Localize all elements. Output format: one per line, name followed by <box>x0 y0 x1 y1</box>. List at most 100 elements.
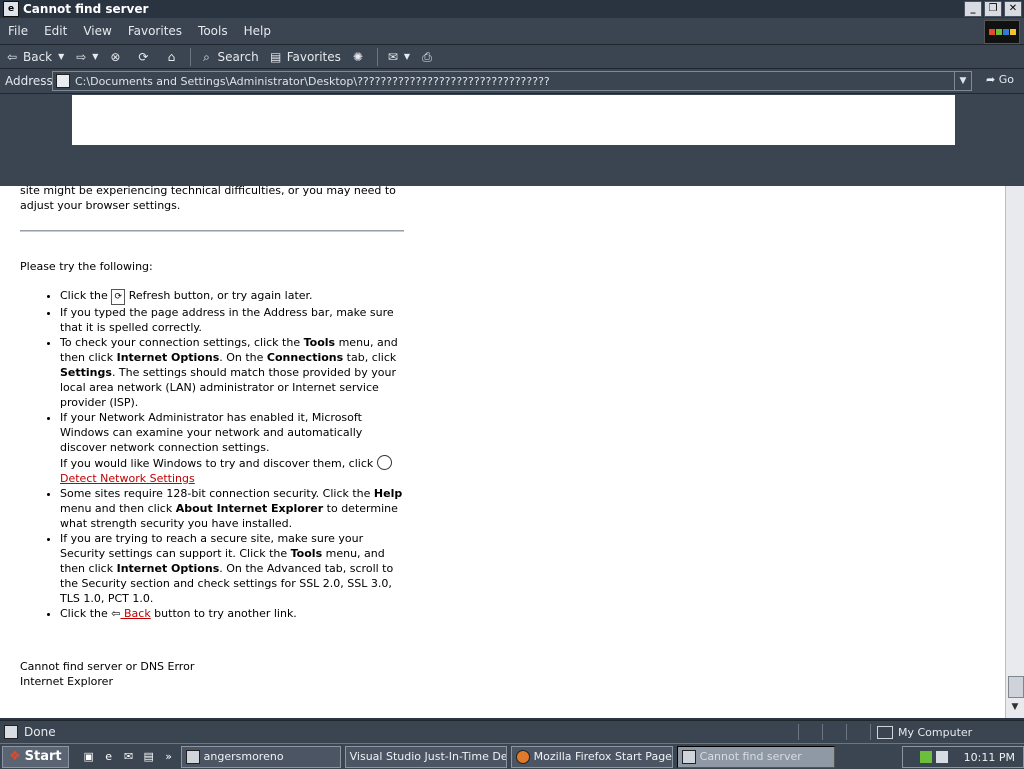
media-button[interactable]: ✺ <box>346 46 374 67</box>
stop-button[interactable]: ⊗ <box>103 46 131 67</box>
list-item: Some sites require 128-bit connection se… <box>60 486 405 531</box>
scroll-down-icon[interactable]: ▼ <box>1007 702 1023 716</box>
go-button[interactable]: ➦ Go <box>986 73 1014 86</box>
status-panel <box>798 724 821 740</box>
menu-help[interactable]: Help <box>236 24 279 38</box>
standard-toolbar: ⇦ Back ▼ ⇨ ▼ ⊗ ⟳ ⌂ ⌕ Search ▤ Favorites ✺ ✉ ▼ … <box>0 45 1024 69</box>
forward-arrow-icon: ⇨ <box>76 49 87 64</box>
list-item: Click the ⇦ Back button to try another l… <box>60 606 405 621</box>
back-dropdown-icon[interactable]: ▼ <box>58 52 64 61</box>
forward-dropdown-icon[interactable]: ▼ <box>92 52 98 61</box>
list-item: If you are trying to reach a secure site… <box>60 531 405 606</box>
ie-status-icon <box>4 725 18 739</box>
system-tray: 10:11 PM <box>902 746 1024 768</box>
taskbar-item[interactable]: angersmoreno <box>180 745 341 768</box>
menu-edit[interactable]: Edit <box>36 24 75 38</box>
clock[interactable]: 10:11 PM <box>964 751 1015 764</box>
search-label: Search <box>217 49 259 64</box>
zone-text: My Computer <box>898 725 973 739</box>
outlook-launch-icon[interactable]: ✉ <box>121 749 137 765</box>
page-header-box <box>72 95 955 145</box>
favorites-button[interactable]: ▤ Favorites <box>264 46 346 67</box>
mail-button[interactable]: ✉ ▼ <box>381 46 415 67</box>
divider <box>20 230 404 232</box>
mail-dropdown-icon[interactable]: ▼ <box>404 52 410 61</box>
home-icon: ⌂ <box>167 49 176 64</box>
show-desktop-icon[interactable]: ▣ <box>81 749 97 765</box>
back-button[interactable]: ⇦ Back ▼ <box>0 46 69 67</box>
ie-page-icon: e <box>3 1 19 17</box>
window-controls: _ ❐ ✕ <box>964 1 1022 17</box>
vertical-scrollbar[interactable]: ▼ <box>1005 186 1024 718</box>
try-heading: Please try the following: <box>20 260 153 273</box>
go-label: Go <box>998 73 1014 86</box>
search-button[interactable]: ⌕ Search <box>194 46 263 67</box>
menu-bar: File Edit View Favorites Tools Help <box>0 18 1024 45</box>
taskbar-item[interactable]: Visual Studio Just-In-Time De... <box>344 745 507 768</box>
go-arrow-icon: ➦ <box>986 73 999 86</box>
stop-icon: ⊗ <box>110 49 121 64</box>
mail-icon: ✉ <box>387 49 398 64</box>
media-icon: ✺ <box>352 49 363 64</box>
toolbar-separator <box>376 47 378 66</box>
detect-network-settings-link[interactable]: Detect Network Settings <box>60 472 195 485</box>
list-item: Click the ⟳ Refresh button, or try again… <box>60 288 405 305</box>
back-arrow-icon: ⇦ <box>6 49 18 64</box>
tray-icon[interactable] <box>919 751 932 763</box>
list-item: If your Network Administrator has enable… <box>60 410 405 486</box>
ie-page-icon <box>681 749 696 764</box>
firefox-icon <box>515 749 530 764</box>
computer-icon <box>877 725 893 739</box>
address-bar: Address C:\Documents and Settings\Admini… <box>0 69 1024 94</box>
scrollbar-thumb[interactable] <box>1008 676 1024 698</box>
quick-launch: ▣ e ✉ ▤ » <box>81 749 177 765</box>
print-button[interactable]: ⎙ <box>415 46 443 67</box>
start-logo-icon: ❖ <box>9 749 21 764</box>
zone-panel: My Computer <box>870 724 1024 740</box>
taskbar: ❖ Start ▣ e ✉ ▤ » angersmoreno Visual Stu… <box>0 743 1024 769</box>
page-footer: Cannot find server or DNS Error Internet… <box>20 659 405 689</box>
favorites-folder-icon: ▤ <box>270 49 282 64</box>
home-button[interactable]: ⌂ <box>159 46 187 67</box>
address-url: C:\Documents and Settings\Administrator\… <box>75 74 550 88</box>
folder-icon <box>185 749 200 764</box>
close-button[interactable]: ✕ <box>1004 1 1022 17</box>
taskbar-item[interactable]: Cannot find server <box>676 745 835 768</box>
status-text: Done <box>24 725 56 739</box>
minimize-button[interactable]: _ <box>964 1 982 17</box>
title-bar: e Cannot find server _ ❐ ✕ <box>0 0 1024 18</box>
window-title: Cannot find server <box>23 2 149 16</box>
favorites-label: Favorites <box>286 49 341 64</box>
toolbar-separator <box>190 47 192 66</box>
forward-button[interactable]: ⇨ ▼ <box>69 46 103 67</box>
ie-launch-icon[interactable]: e <box>101 749 117 765</box>
back-link[interactable]: Back <box>120 607 151 620</box>
address-dropdown-icon[interactable]: ▼ <box>954 71 972 91</box>
menu-view[interactable]: View <box>75 24 119 38</box>
status-bar: Done My Computer <box>0 720 1024 743</box>
address-input[interactable]: C:\Documents and Settings\Administrator\… <box>52 71 972 91</box>
detect-network-icon <box>376 455 392 470</box>
page-content: site might be experiencing technical dif… <box>0 186 1005 718</box>
restore-button[interactable]: ❐ <box>984 1 1002 17</box>
page-icon <box>56 74 70 88</box>
intro-text: site might be experiencing technical dif… <box>20 186 396 212</box>
refresh-button[interactable]: ⟳ <box>131 46 159 67</box>
footer-app: Internet Explorer <box>20 675 113 688</box>
start-button[interactable]: ❖ Start <box>2 745 69 768</box>
tray-icon[interactable] <box>935 751 948 763</box>
more-launch-icon[interactable]: » <box>161 749 177 765</box>
menu-file[interactable]: File <box>0 24 36 38</box>
refresh-icon: ⟳ <box>111 289 126 305</box>
list-item: If you typed the page address in the Add… <box>60 305 405 335</box>
menu-favorites[interactable]: Favorites <box>120 24 190 38</box>
taskbar-item[interactable]: Mozilla Firefox Start Page... <box>510 745 673 768</box>
search-icon: ⌕ <box>203 49 210 64</box>
refresh-icon: ⟳ <box>138 49 149 64</box>
footer-error: Cannot find server or DNS Error <box>20 660 195 673</box>
windows-logo-icon <box>984 20 1020 44</box>
list-item: To check your connection settings, click… <box>60 335 405 410</box>
explorer-launch-icon[interactable]: ▤ <box>141 749 157 765</box>
status-panel <box>822 724 845 740</box>
menu-tools[interactable]: Tools <box>190 24 236 38</box>
